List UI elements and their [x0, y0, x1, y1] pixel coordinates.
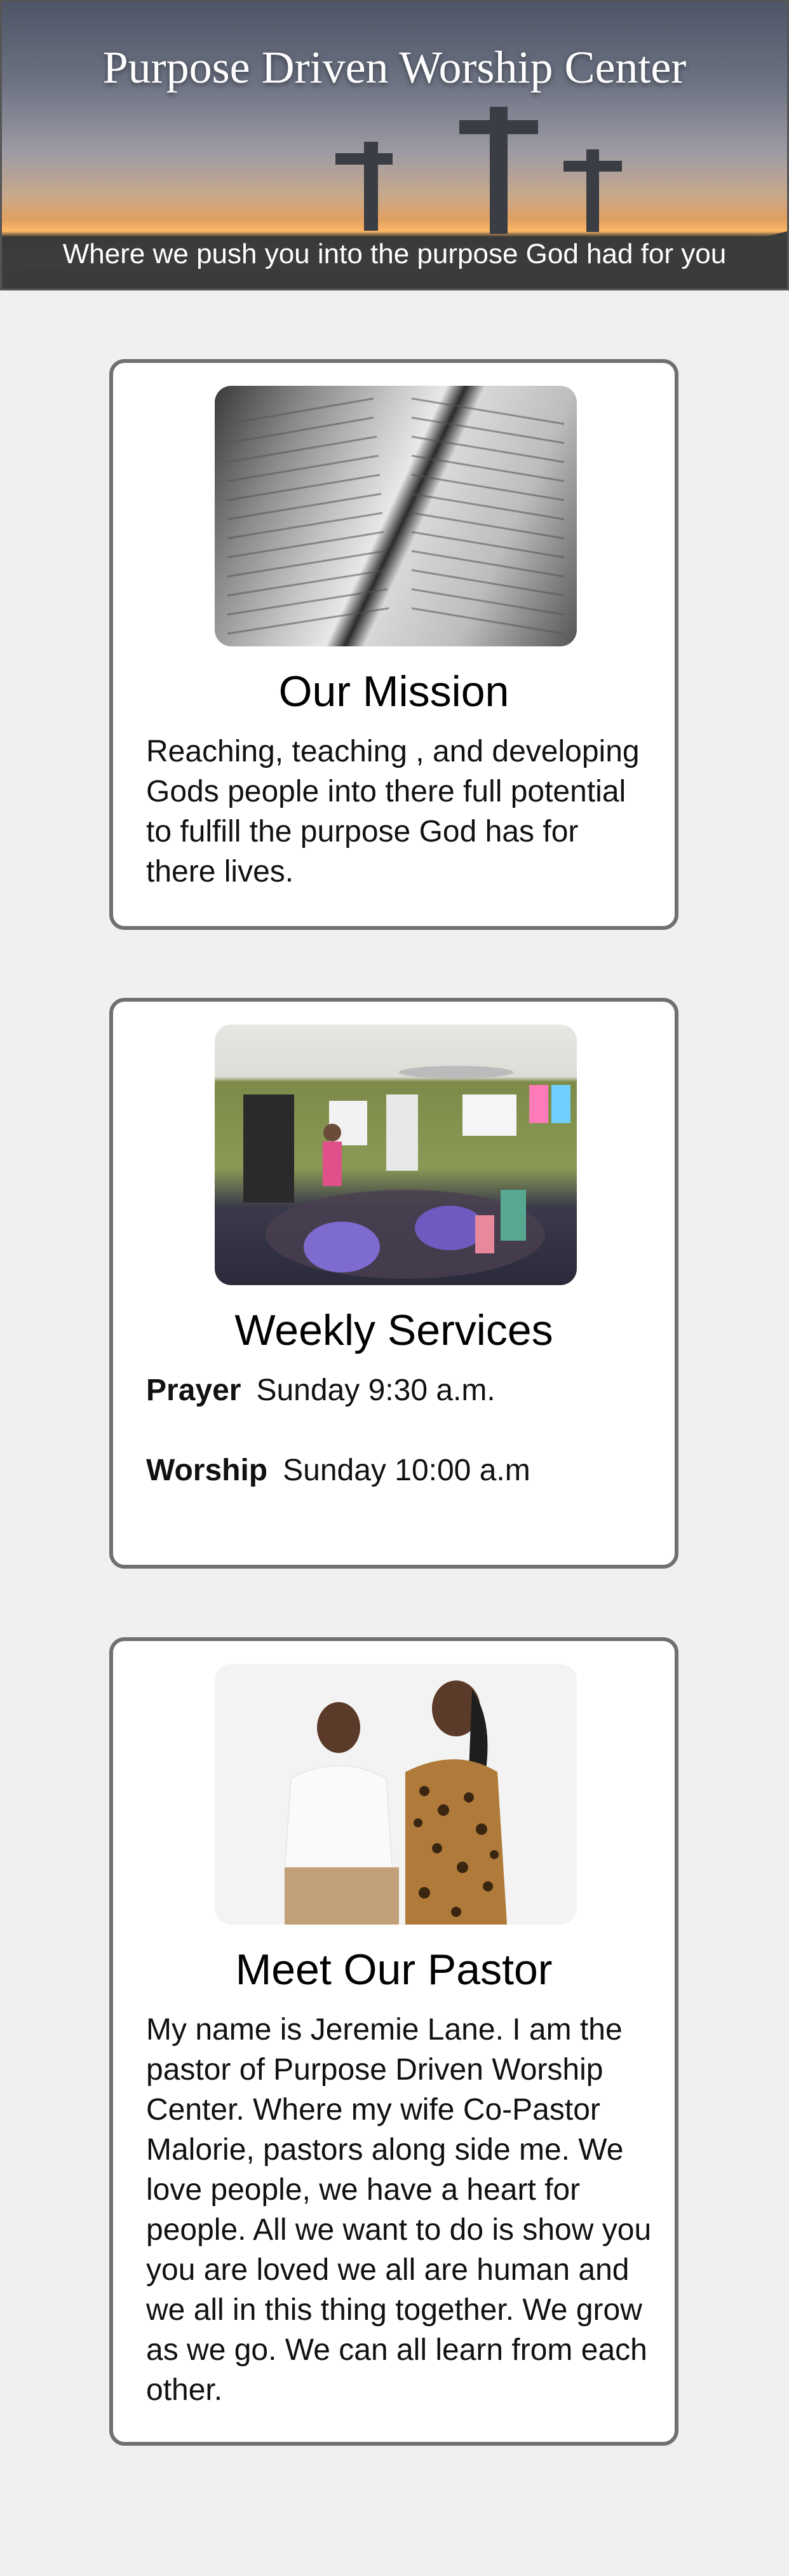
service-time: Sunday 10:00 a.m [283, 1454, 530, 1487]
service-photo [215, 1025, 577, 1285]
mission-text: Reaching, teaching , and developing Gods… [146, 735, 640, 889]
service-item-prayer: Prayer Sunday 9:30 a.m. [146, 1373, 496, 1408]
header-banner: Purpose Driven Worship Center Where we p… [0, 0, 789, 290]
pastor-photo [215, 1664, 577, 1925]
service-label: Worship [146, 1454, 268, 1487]
pastor-photo-scene [284, 1680, 507, 1925]
pastor-title: Meet Our Pastor [235, 1946, 553, 1994]
site-tagline: Where we push you into the purpose God h… [62, 238, 727, 269]
service-label: Prayer [146, 1373, 241, 1407]
pastor-card: Meet Our Pastor My name is Jeremie Lane.… [109, 1637, 678, 2446]
service-photo-scene [243, 1066, 570, 1279]
pastor-text: My name is Jeremie Lane. I am the pastor… [146, 2013, 652, 2407]
services-title: Weekly Services [234, 1306, 553, 1354]
site-title: Purpose Driven Worship Center [102, 42, 687, 93]
bible-image [215, 386, 577, 646]
mission-card: Our Mission Reaching, teaching , and dev… [109, 359, 678, 930]
services-card: Weekly Services Prayer Sunday 9:30 a.m. W… [109, 998, 678, 1569]
service-time: Sunday 9:30 a.m. [256, 1373, 496, 1407]
mission-title: Our Mission [278, 667, 509, 716]
service-item-worship: Worship Sunday 10:00 a.m [146, 1453, 530, 1488]
bible-text-lines [227, 397, 565, 635]
